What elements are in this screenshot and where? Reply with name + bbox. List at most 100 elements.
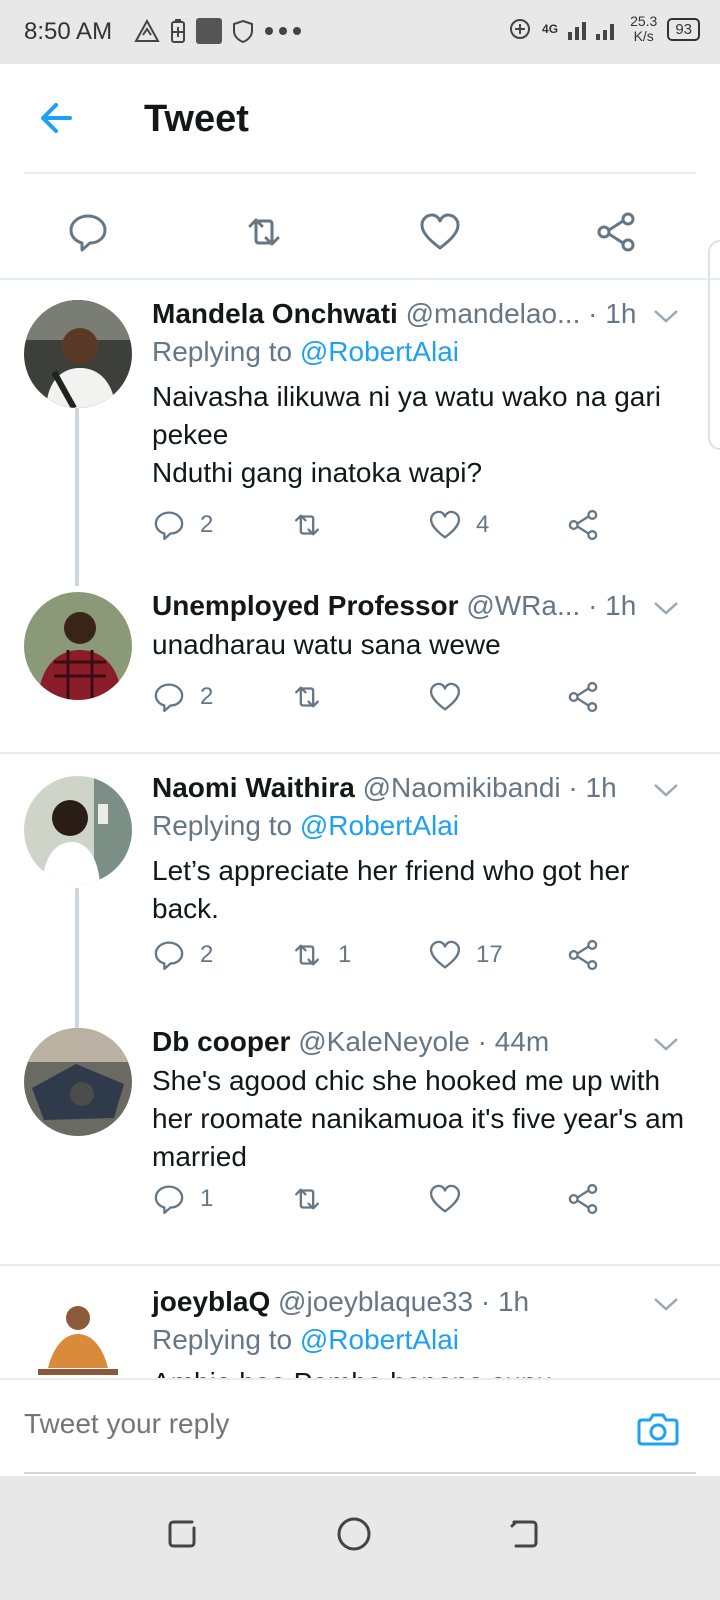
chevron-down-icon[interactable]: [652, 1290, 680, 1318]
reply-icon: [154, 683, 184, 713]
reply-text: Let’s appreciate her friend who got her …: [152, 855, 630, 924]
reply-count: 2: [200, 683, 214, 710]
back-nav-icon[interactable]: [504, 1514, 544, 1554]
timestamp: · 1h: [588, 590, 637, 621]
reply-actions: 1: [152, 1182, 622, 1222]
share-button[interactable]: [566, 508, 600, 542]
reply-button[interactable]: 2: [152, 680, 213, 714]
author-handle[interactable]: @mandelao...: [406, 298, 581, 329]
reply-count: 2: [200, 511, 214, 538]
retweet-icon: [295, 686, 319, 708]
back-button[interactable]: [30, 92, 82, 144]
author-handle[interactable]: @Naomikibandi: [363, 772, 561, 803]
reply-text: unadharau watu sana wewe: [152, 629, 501, 660]
replying-to: Replying to @RobertAlai: [152, 336, 460, 367]
chevron-down-icon[interactable]: [652, 302, 680, 330]
avatar[interactable]: [24, 300, 132, 408]
avatar[interactable]: [24, 1028, 132, 1136]
reply-item[interactable]: Mandela Onchwati @mandelao... · 1h Reply…: [0, 296, 720, 586]
chevron-down-icon[interactable]: [652, 776, 680, 804]
like-icon: [429, 682, 461, 711]
avatar[interactable]: [24, 1288, 132, 1378]
reply-icon[interactable]: [66, 210, 110, 254]
reply-icon: [154, 1185, 184, 1215]
avatar[interactable]: [24, 776, 132, 884]
like-button[interactable]: [428, 680, 476, 714]
replying-to: Replying to @RobertAlai: [152, 1324, 460, 1355]
reply-composer: [0, 1378, 720, 1476]
more-dots-icon: [265, 27, 301, 35]
like-icon: [429, 510, 461, 539]
retweet-button[interactable]: [290, 508, 338, 542]
author-handle[interactable]: @WRa...: [466, 590, 580, 621]
avatar[interactable]: [24, 592, 132, 700]
divider: [24, 1472, 696, 1474]
battery-level: 93: [667, 17, 700, 41]
timestamp: · 44m: [477, 1026, 550, 1057]
mention-link[interactable]: @RobertAlai: [300, 1324, 459, 1355]
data-saver-icon: [510, 19, 531, 39]
like-count: 4: [476, 511, 490, 538]
reply-item[interactable]: joeyblaQ @joeyblaque33 · 1h Replying to …: [0, 1284, 720, 1378]
reply-button[interactable]: 2: [152, 938, 213, 972]
retweet-icon[interactable]: [242, 210, 286, 254]
author-handle[interactable]: @KaleNeyole: [298, 1026, 470, 1057]
share-button[interactable]: [566, 1182, 600, 1216]
recent-apps-icon[interactable]: [162, 1514, 202, 1554]
retweet-button[interactable]: 1: [290, 938, 351, 972]
author-handle[interactable]: @joeyblaque33: [278, 1286, 473, 1317]
timestamp: · 1h: [588, 298, 637, 329]
retweet-button[interactable]: [290, 1182, 338, 1216]
mention-link[interactable]: @RobertAlai: [300, 810, 459, 841]
mention-link[interactable]: @RobertAlai: [300, 336, 459, 367]
reply-item[interactable]: Unemployed Professor @WRa... · 1h unadha…: [0, 588, 720, 738]
notification-icons: [134, 18, 302, 44]
like-button[interactable]: 4: [428, 508, 489, 542]
chevron-down-icon[interactable]: [652, 1030, 680, 1058]
reply-header: Db cooper @KaleNeyole · 44m: [152, 1024, 549, 1060]
chevron-down-icon[interactable]: [652, 594, 680, 622]
reply-header: joeyblaQ @joeyblaque33 · 1h: [152, 1284, 529, 1320]
timestamp: · 1h: [568, 772, 617, 803]
divider: [24, 172, 696, 174]
author-name[interactable]: joeyblaQ: [152, 1286, 270, 1317]
like-icon: [429, 1184, 461, 1213]
divider: [0, 1264, 720, 1266]
reply-input[interactable]: [24, 1408, 584, 1440]
reply-text: She's agood chic she hooked me up with h…: [152, 1065, 685, 1172]
retweet-button[interactable]: [290, 680, 338, 714]
share-icon: [568, 1183, 598, 1215]
author-name[interactable]: Naomi Waithira: [152, 772, 355, 803]
signal-icon: [568, 22, 615, 40]
reply-item[interactable]: Db cooper @KaleNeyole · 44m She's agood …: [0, 1024, 720, 1244]
share-button[interactable]: [566, 938, 600, 972]
network-speed: 25.3 K/s: [630, 13, 658, 44]
like-button[interactable]: [428, 1182, 476, 1216]
back-arrow-icon: [41, 103, 72, 133]
system-nav-bar: [0, 1476, 720, 1600]
camera-icon[interactable]: [636, 1406, 680, 1450]
home-icon[interactable]: [334, 1514, 374, 1554]
reply-item[interactable]: Naomi Waithira @Naomikibandi · 1h Replyi…: [0, 770, 720, 1038]
like-icon[interactable]: [418, 210, 462, 254]
battery-saver-icon: [171, 19, 185, 43]
reply-actions: 2: [152, 680, 622, 720]
retweet-icon: [295, 944, 319, 966]
author-name[interactable]: Unemployed Professor: [152, 590, 459, 621]
reply-text: Naivasha ilikuwa ni ya watu wako na gari…: [152, 381, 661, 488]
thread-line: [75, 888, 79, 1038]
share-button[interactable]: [566, 680, 600, 714]
author-name[interactable]: Db cooper: [152, 1026, 290, 1057]
status-bar: 8:50 AM 4G 25.3 K/s 93: [0, 0, 720, 64]
divider: [0, 752, 720, 754]
warning-icon: [134, 19, 160, 42]
like-button[interactable]: 17: [428, 938, 503, 972]
reply-button[interactable]: 1: [152, 1182, 213, 1216]
status-time: 8:50 AM: [24, 18, 113, 45]
author-name[interactable]: Mandela Onchwati: [152, 298, 398, 329]
like-icon: [429, 940, 461, 969]
reply-header: Unemployed Professor @WRa... · 1h: [152, 588, 636, 624]
reply-button[interactable]: 2: [152, 508, 213, 542]
share-icon[interactable]: [594, 210, 638, 254]
reply-icon: [154, 511, 184, 541]
